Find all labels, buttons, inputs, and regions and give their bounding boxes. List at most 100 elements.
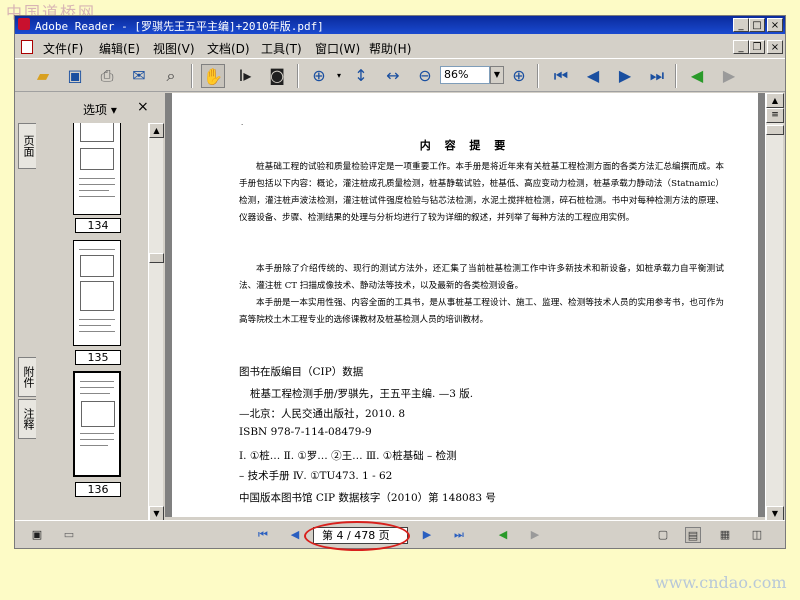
minimize-button[interactable]: _ [733, 18, 749, 32]
pages-panel: 选项 ▾ × 134 135 136 ▲ ▼ [37, 93, 164, 521]
menu-help[interactable]: 帮助(H) [369, 40, 411, 57]
zoom-in-icon[interactable]: ⊕ [507, 64, 531, 88]
previous-page-icon[interactable]: ◀ [581, 64, 605, 88]
page-thumbnail[interactable] [73, 371, 121, 477]
tab-attachments[interactable]: 附件 [18, 357, 36, 397]
thumbnail-text [79, 196, 115, 197]
menu-document[interactable]: 文档(D) [207, 40, 250, 57]
page-thumbnail[interactable] [73, 240, 121, 346]
summary-paragraph: 本手册除了介绍传统的、现行的测试方法外，还汇集了当前桩基检测工作中许多新技术和新… [239, 264, 724, 291]
thumbnail-figure [80, 255, 114, 277]
close-button[interactable]: × [767, 18, 783, 32]
scrollbar-thumb[interactable] [766, 125, 784, 135]
thumbnail-figure [81, 401, 115, 427]
first-page-icon[interactable]: ⏮ [255, 527, 271, 543]
pdf-page: · 内 容 提 要 桩基础工程的试验和质量检验评定是一项重要工作。本手册是将近年… [172, 93, 758, 517]
tab-comments[interactable]: 注释 [18, 399, 36, 439]
thumbnail-text [80, 439, 114, 440]
thumbnail-label: 135 [75, 350, 121, 365]
pdf-document-icon[interactable] [21, 40, 33, 54]
zoom-tool-dropdown-icon[interactable]: ▾ [327, 64, 351, 88]
scroll-up-icon[interactable]: ▲ [149, 123, 164, 138]
next-view-icon[interactable]: ▶ [527, 527, 543, 543]
doc-minimize-button[interactable]: _ [733, 40, 749, 54]
doc-close-button[interactable]: × [767, 40, 783, 54]
scroll-down-icon[interactable]: ▼ [149, 506, 164, 521]
navigation-tabs: 页面 附件 注释 [15, 93, 37, 517]
snapshot-icon[interactable]: ◙ [265, 64, 289, 88]
menu-window[interactable]: 窗口(W) [315, 40, 360, 57]
open-icon[interactable]: ▰ [31, 64, 55, 88]
previous-view-icon[interactable]: ◀ [495, 527, 511, 543]
first-page-icon[interactable]: ⏮ [549, 64, 573, 88]
previous-page-icon[interactable]: ◀ [287, 527, 303, 543]
next-page-icon[interactable]: ▶ [613, 64, 637, 88]
last-page-icon[interactable]: ⏭ [451, 527, 467, 543]
menu-view[interactable]: 视图(V) [153, 40, 195, 57]
next-view-icon[interactable]: ▶ [717, 64, 741, 88]
adobe-reader-icon [18, 18, 30, 30]
scrollbar-thumb[interactable] [149, 253, 164, 263]
thumbnail-text [79, 190, 109, 191]
document-viewport: · 内 容 提 要 桩基础工程的试验和质量检验评定是一项重要工作。本手册是将近年… [165, 93, 765, 517]
cip-line: Ⅰ. ①桩… Ⅱ. ①罗… ②王… Ⅲ. ①桩基础 – 检测 [239, 450, 457, 462]
continuous-icon[interactable]: ▤ [685, 527, 701, 543]
select-text-icon[interactable]: I▸ [233, 64, 257, 88]
next-page-icon[interactable]: ▶ [419, 527, 435, 543]
panel-toggle-icon[interactable]: ▣ [29, 527, 45, 543]
last-page-icon[interactable]: ⏭ [645, 64, 669, 88]
toolbar-separator [191, 64, 193, 88]
window-title: Adobe Reader - [罗骐先王五平主编]+2010年版.pdf] [35, 20, 324, 33]
thumbnail-scrollbar[interactable]: ▲ ▼ [148, 123, 164, 521]
toolbar: ▰ ▣ ⎙ ✉ ⌕ ✋ I▸ ◙ ⊕ ▾ ↕ ↔ ⊖ 86% ▼ ⊕ ⏮ ◀ ▶… [15, 58, 785, 92]
menu-edit[interactable]: 编辑(E) [99, 40, 140, 57]
search-icon[interactable]: ⌕ [159, 64, 183, 88]
fit-page-icon[interactable]: ↕ [349, 64, 373, 88]
hand-tool-icon[interactable]: ✋ [201, 64, 225, 88]
single-page-icon[interactable]: ▢ [655, 527, 671, 543]
pages-panel-header: 选项 ▾ × [37, 93, 164, 119]
document-scrollbar[interactable]: ▲ ≡ ▼ [765, 93, 784, 521]
thumbnail-text [80, 387, 114, 388]
close-panel-icon[interactable]: × [137, 99, 149, 115]
tab-pages[interactable]: 页面 [18, 123, 36, 169]
thumbnail-text [79, 325, 111, 326]
toolbar-separator [675, 64, 677, 88]
cip-line: ISBN 978-7-114-08479-9 [239, 426, 372, 438]
maximize-button[interactable]: □ [749, 18, 765, 32]
menu-bar: 文件(F) 编辑(E) 视图(V) 文档(D) 工具(T) 窗口(W) 帮助(H… [15, 37, 785, 57]
zoom-out-icon[interactable]: ⊖ [413, 64, 437, 88]
split-view-icon[interactable]: ≡ [766, 108, 784, 123]
save-icon[interactable]: ▣ [63, 64, 87, 88]
thumbnail-figure [80, 281, 114, 311]
email-icon[interactable]: ✉ [127, 64, 151, 88]
thumbnail-text [80, 445, 108, 446]
previous-view-icon[interactable]: ◀ [685, 64, 709, 88]
page-thumbnail[interactable] [73, 123, 121, 215]
thumbnail-figure [80, 148, 114, 170]
cip-line: —北京：人民交通出版社，2010. 8 [239, 408, 406, 420]
zoom-dropdown-icon[interactable]: ▼ [490, 66, 504, 84]
scroll-up-icon[interactable]: ▲ [766, 93, 784, 108]
minimize-panel-icon[interactable]: ▭ [61, 527, 77, 543]
thumbnail-text [80, 433, 114, 434]
toolbar-separator [537, 64, 539, 88]
menu-file[interactable]: 文件(F) [43, 40, 83, 57]
menu-tools[interactable]: 工具(T) [261, 40, 302, 57]
thumbnail-text [79, 184, 115, 185]
annotation-ellipse [304, 521, 410, 551]
doc-restore-button[interactable]: ❐ [749, 40, 765, 54]
thumbnail-label: 134 [75, 218, 121, 233]
facing-icon[interactable]: ▦ [717, 527, 733, 543]
print-icon[interactable]: ⎙ [95, 64, 119, 88]
thumbnail-text [79, 331, 115, 332]
title-bar: Adobe Reader - [罗骐先王五平主编]+2010年版.pdf] _ … [15, 16, 785, 34]
thumbnail-list: 134 135 136 [41, 123, 148, 521]
fit-width-icon[interactable]: ↔ [381, 64, 405, 88]
cip-line: 桩基工程检测手册/罗骐先，王五平主编. —3 版. [250, 388, 474, 400]
scroll-down-icon[interactable]: ▼ [766, 506, 784, 521]
continuous-facing-icon[interactable]: ◫ [749, 527, 765, 543]
options-menu-button[interactable]: 选项 ▾ [83, 101, 117, 118]
toolbar-separator [297, 64, 299, 88]
zoom-level-field[interactable]: 86% [440, 66, 490, 84]
